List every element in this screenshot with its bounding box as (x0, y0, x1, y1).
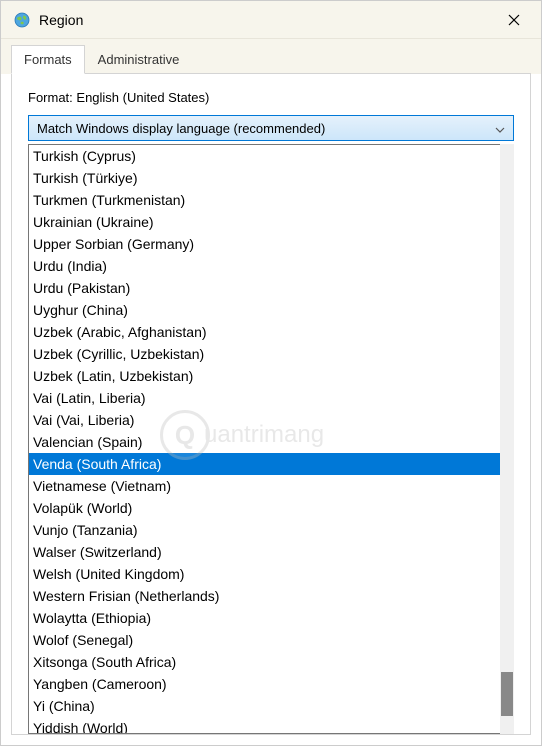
dropdown-option[interactable]: Wolof (Senegal) (29, 629, 501, 651)
dropdown-option[interactable]: Urdu (India) (29, 255, 501, 277)
dropdown-option[interactable]: Yiddish (World) (29, 717, 501, 734)
dropdown-option[interactable]: Uzbek (Latin, Uzbekistan) (29, 365, 501, 387)
dropdown-option[interactable]: Valencian (Spain) (29, 431, 501, 453)
dropdown-option[interactable]: Turkish (Cyprus) (29, 145, 501, 167)
dropdown-option[interactable]: Yi (China) (29, 695, 501, 717)
dropdown-option[interactable]: Vai (Vai, Liberia) (29, 409, 501, 431)
dropdown-option[interactable]: Uzbek (Arabic, Afghanistan) (29, 321, 501, 343)
dropdown-option[interactable]: Xitsonga (South Africa) (29, 651, 501, 673)
close-button[interactable] (491, 5, 537, 35)
dropdown-option[interactable]: Urdu (Pakistan) (29, 277, 501, 299)
dropdown-option[interactable]: Western Frisian (Netherlands) (29, 585, 501, 607)
dropdown-option[interactable]: Uyghur (China) (29, 299, 501, 321)
tab-panel-formats: Format: English (United States) Match Wi… (11, 73, 531, 735)
scrollbar-track[interactable] (500, 144, 514, 734)
dropdown-option[interactable]: Walser (Switzerland) (29, 541, 501, 563)
dropdown-option[interactable]: Venda (South Africa) (29, 453, 501, 475)
titlebar: Region (1, 1, 541, 39)
globe-icon (13, 11, 31, 29)
chevron-down-icon (495, 121, 505, 136)
dropdown-option[interactable]: Turkmen (Turkmenistan) (29, 189, 501, 211)
dropdown-option[interactable]: Yangben (Cameroon) (29, 673, 501, 695)
close-icon (508, 14, 520, 26)
dropdown-option[interactable]: Wolaytta (Ethiopia) (29, 607, 501, 629)
dropdown-selected-text: Match Windows display language (recommen… (37, 121, 495, 136)
dropdown-option[interactable]: Uzbek (Cyrillic, Uzbekistan) (29, 343, 501, 365)
format-dropdown[interactable]: Match Windows display language (recommen… (28, 115, 514, 141)
tab-administrative[interactable]: Administrative (85, 45, 193, 74)
tab-formats[interactable]: Formats (11, 45, 85, 74)
dropdown-option[interactable]: Volapük (World) (29, 497, 501, 519)
dropdown-option[interactable]: Vai (Latin, Liberia) (29, 387, 501, 409)
dropdown-option[interactable]: Turkish (Türkiye) (29, 167, 501, 189)
format-label: Format: English (United States) (28, 90, 514, 105)
dropdown-option[interactable]: Welsh (United Kingdom) (29, 563, 501, 585)
dropdown-option[interactable]: Upper Sorbian (Germany) (29, 233, 501, 255)
tab-strip: Formats Administrative (1, 39, 541, 74)
dropdown-option[interactable]: Vunjo (Tanzania) (29, 519, 501, 541)
dropdown-option[interactable]: Ukrainian (Ukraine) (29, 211, 501, 233)
window-title: Region (39, 12, 491, 28)
region-dialog: Region Formats Administrative Format: En… (0, 0, 542, 746)
scrollbar-thumb[interactable] (501, 672, 513, 716)
dropdown-option[interactable]: Vietnamese (Vietnam) (29, 475, 501, 497)
format-dropdown-list[interactable]: Turkish (Cyprus)Turkish (Türkiye)Turkmen… (28, 144, 502, 734)
